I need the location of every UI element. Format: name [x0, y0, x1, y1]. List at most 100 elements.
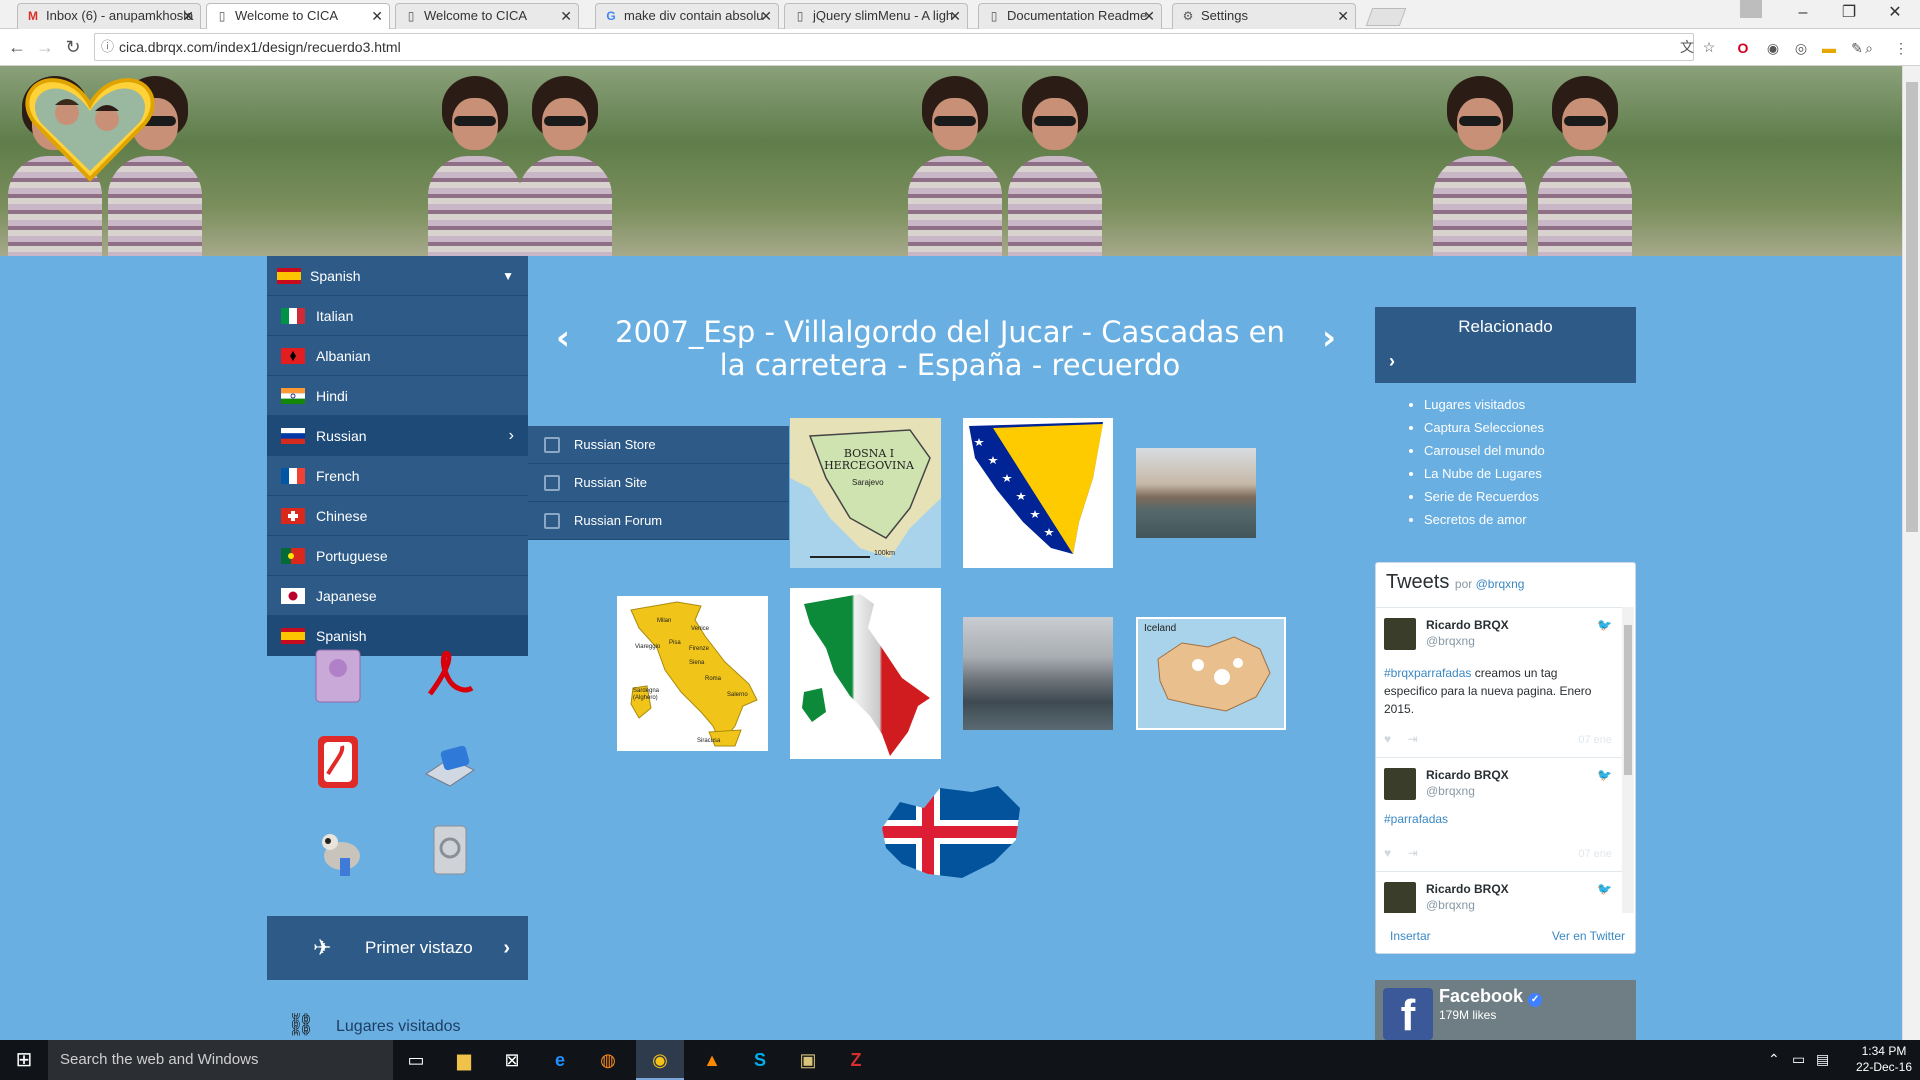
- menu-icon[interactable]: ⋮: [1892, 39, 1910, 57]
- facebook-widget[interactable]: f Facebook ✓ 179M likes: [1375, 980, 1636, 1040]
- minimize-icon[interactable]: –: [1780, 0, 1826, 28]
- extension-icon[interactable]: ▬: [1820, 39, 1838, 57]
- tweet[interactable]: Ricardo BRQX @brqxng 🐦: [1376, 871, 1622, 913]
- italy-flag-thumbnail[interactable]: [790, 588, 941, 759]
- share-icon[interactable]: ⇥: [1408, 732, 1418, 746]
- tweet-handle[interactable]: @brqxng: [1426, 784, 1475, 798]
- file-explorer-icon[interactable]: ▆: [440, 1040, 488, 1080]
- tweet-author[interactable]: Ricardo BRQX: [1426, 882, 1509, 896]
- pdf-reader-icon[interactable]: [312, 734, 368, 790]
- new-tab-button[interactable]: [1365, 8, 1407, 26]
- sublime-text-icon[interactable]: ▣: [784, 1040, 832, 1080]
- edge-icon[interactable]: e: [536, 1040, 584, 1080]
- venice-photo-thumbnail[interactable]: [1136, 448, 1256, 538]
- italy-map-thumbnail[interactable]: Milan Venice Pisa Firenze Siena Roma Via…: [617, 596, 768, 751]
- store-icon[interactable]: ⊠: [488, 1040, 536, 1080]
- tweet-date[interactable]: 07 ene: [1578, 848, 1612, 860]
- related-link[interactable]: La Nube de Lugares: [1424, 462, 1545, 485]
- filezilla-icon[interactable]: Z: [832, 1040, 880, 1080]
- taskbar-search-box[interactable]: Search the web and Windows: [48, 1040, 393, 1080]
- reload-icon[interactable]: ↻: [62, 37, 84, 57]
- menu-item-spanish[interactable]: Spanish: [267, 616, 528, 656]
- submenu-russian-store[interactable]: Russian Store: [528, 426, 789, 464]
- tweet-date[interactable]: 07 ene: [1578, 734, 1612, 746]
- submenu-russian-site[interactable]: Russian Site: [528, 464, 789, 502]
- bosnia-flag-thumbnail[interactable]: [963, 418, 1113, 568]
- close-tab-icon[interactable]: ✕: [760, 4, 772, 28]
- language-selector[interactable]: Spanish ▼: [267, 256, 528, 296]
- extension-icon[interactable]: ◎: [1792, 39, 1810, 57]
- tweets-scrollbar[interactable]: [1622, 607, 1634, 913]
- notifications-icon[interactable]: ▤: [1816, 1051, 1829, 1068]
- chrome-icon[interactable]: ◉: [636, 1040, 684, 1080]
- like-icon[interactable]: ♥: [1384, 846, 1391, 860]
- camera-icon[interactable]: ⌕: [1860, 39, 1878, 57]
- tweet-handle[interactable]: @brqxng: [1426, 898, 1475, 912]
- restore-icon[interactable]: ❐: [1826, 0, 1872, 28]
- chevron-right-icon[interactable]: ›: [1389, 351, 1395, 372]
- close-tab-icon[interactable]: ✕: [182, 4, 194, 28]
- skype-icon[interactable]: S: [736, 1040, 784, 1080]
- related-link[interactable]: Serie de Recuerdos: [1424, 485, 1545, 508]
- tweet[interactable]: Ricardo BRQX @brqxng 🐦 #brqxparrafadas c…: [1376, 607, 1622, 757]
- tweet-author[interactable]: Ricardo BRQX: [1426, 618, 1509, 632]
- tab-slimmenu[interactable]: ▯ jQuery slimMenu - A ligh ✕: [784, 3, 968, 29]
- tab-welcome-cica[interactable]: ▯ Welcome to CICA ✕: [395, 3, 579, 29]
- related-link[interactable]: Lugares visitados: [1424, 393, 1545, 416]
- hashtag-link[interactable]: #brqxparrafadas: [1384, 666, 1471, 680]
- close-tab-icon[interactable]: ✕: [371, 4, 383, 28]
- tweet[interactable]: Ricardo BRQX @brqxng 🐦 #parrafadas ♥ ⇥ 0…: [1376, 757, 1622, 871]
- windows-start-icon[interactable]: ⊞: [0, 1040, 48, 1080]
- iceland-flag-map-thumbnail[interactable]: [876, 778, 1026, 886]
- related-link[interactable]: Carrousel del mundo: [1424, 439, 1545, 462]
- previous-arrow-icon[interactable]: ‹: [556, 318, 570, 358]
- photoshop-icon[interactable]: [312, 648, 368, 704]
- related-link[interactable]: Captura Selecciones: [1424, 416, 1545, 439]
- firefox-icon[interactable]: ◍: [584, 1040, 632, 1080]
- tweets-handle-link[interactable]: @brqxng: [1476, 577, 1525, 591]
- user-profile-icon[interactable]: [1740, 0, 1762, 18]
- avatar[interactable]: [1384, 618, 1416, 650]
- disk-utility-icon[interactable]: [422, 822, 478, 878]
- url-bar[interactable]: ⓘ cica.dbrqx.com/index1/design/recuerdo3…: [94, 33, 1694, 61]
- facebook-name[interactable]: Facebook ✓: [1439, 986, 1543, 1007]
- related-link[interactable]: Secretos de amor: [1424, 508, 1545, 531]
- bosnia-map-thumbnail[interactable]: BOSNA I HERCEGOVINA Sarajevo 100km: [790, 418, 941, 568]
- bookmark-star-icon[interactable]: ☆: [1700, 38, 1718, 56]
- menu-item-chinese[interactable]: Chinese: [267, 496, 528, 536]
- menu-item-hindi[interactable]: Hindi: [267, 376, 528, 416]
- close-tab-icon[interactable]: ✕: [1143, 4, 1155, 28]
- menu-item-portuguese[interactable]: Portuguese: [267, 536, 528, 576]
- clock[interactable]: 1:34 PM 22-Dec-16: [1856, 1043, 1912, 1075]
- tweet-handle[interactable]: @brqxng: [1426, 634, 1475, 648]
- next-arrow-icon[interactable]: ›: [1322, 318, 1336, 358]
- close-tab-icon[interactable]: ✕: [1337, 4, 1349, 28]
- avatar[interactable]: [1384, 882, 1416, 913]
- opera-icon[interactable]: O: [1734, 39, 1752, 57]
- menu-item-italian[interactable]: Italian: [267, 296, 528, 336]
- network-icon[interactable]: ▭: [1792, 1051, 1805, 1068]
- menu-item-japanese[interactable]: Japanese: [267, 576, 528, 616]
- tray-chevron-up-icon[interactable]: ⌃: [1768, 1051, 1780, 1068]
- acrobat-icon[interactable]: [422, 648, 478, 704]
- embed-link[interactable]: Insertar: [1390, 929, 1431, 943]
- like-icon[interactable]: ♥: [1384, 732, 1391, 746]
- iceland-map-thumbnail[interactable]: Iceland: [1136, 617, 1286, 730]
- translate-icon[interactable]: 文: [1678, 38, 1696, 56]
- tweet-author[interactable]: Ricardo BRQX: [1426, 768, 1509, 782]
- tab-documentation[interactable]: ▯ Documentation Readme ✕: [978, 3, 1162, 29]
- scanner-icon[interactable]: [422, 734, 478, 790]
- tab-welcome-cica-active[interactable]: ▯ Welcome to CICA ✕: [206, 3, 390, 29]
- hashtag-link[interactable]: #parrafadas: [1384, 812, 1448, 826]
- tab-gmail[interactable]: M Inbox (6) - anupamkhosla ✕: [17, 3, 201, 29]
- forward-icon[interactable]: →: [34, 37, 56, 57]
- close-tab-icon[interactable]: ✕: [949, 4, 961, 28]
- extension-icon[interactable]: ◉: [1764, 39, 1782, 57]
- primer-vistazo-button[interactable]: ✈ Primer vistazo ›: [267, 916, 528, 980]
- back-icon[interactable]: ←: [6, 37, 28, 57]
- page-scrollbar[interactable]: [1902, 66, 1920, 1040]
- heart-logo[interactable]: [25, 75, 155, 185]
- tab-settings[interactable]: ⚙ Settings ✕: [1172, 3, 1356, 29]
- submenu-russian-forum[interactable]: Russian Forum: [528, 502, 789, 540]
- info-icon[interactable]: ⓘ: [101, 34, 114, 60]
